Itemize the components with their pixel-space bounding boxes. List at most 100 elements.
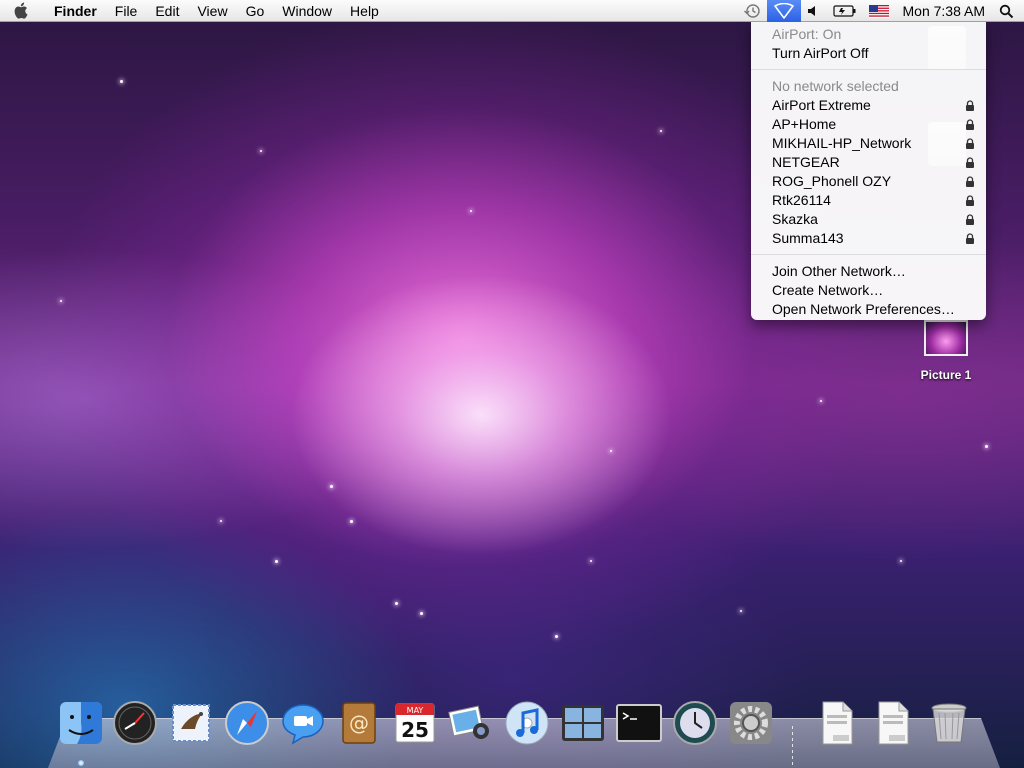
lock-icon: [966, 214, 974, 225]
dock-system-preferences[interactable]: [726, 698, 776, 748]
network-item[interactable]: ROG_Phonell OZY: [751, 172, 986, 191]
lock-icon: [966, 195, 974, 206]
lock-icon: [966, 119, 974, 130]
lock-icon: [966, 176, 974, 187]
spaces-icon: [562, 705, 604, 741]
desktop-icon-label: Picture 1: [920, 368, 972, 382]
menu-extras: Mon 7:38 AM: [737, 0, 1024, 22]
terminal-icon: [616, 704, 662, 742]
airport-menu[interactable]: [766, 0, 801, 22]
battery-menu[interactable]: [827, 0, 863, 22]
dock-iphoto[interactable]: [446, 698, 496, 748]
star: [120, 80, 123, 83]
time-machine-icon: [743, 4, 760, 18]
running-indicator: [78, 760, 84, 766]
network-name: Rtk26114: [772, 192, 831, 208]
network-name: Summa143: [772, 230, 844, 246]
time-machine-icon: [673, 701, 717, 745]
volume-menu[interactable]: [801, 0, 827, 22]
desktop-icon-picture-1[interactable]: Picture 1: [906, 320, 986, 382]
star: [470, 210, 472, 212]
star: [660, 130, 662, 132]
dock-ichat[interactable]: [278, 698, 328, 748]
dock-mail[interactable]: [166, 698, 216, 748]
network-name: ROG_Phonell OZY: [772, 173, 892, 189]
network-name: NETGEAR: [772, 154, 840, 170]
dock-spaces[interactable]: [558, 698, 608, 748]
spotlight-menu[interactable]: [995, 0, 1024, 22]
join-other-network-item[interactable]: Join Other Network…: [751, 262, 986, 281]
dashboard-icon: [113, 701, 157, 745]
star: [395, 602, 398, 605]
dock-trash[interactable]: [924, 698, 974, 748]
network-item[interactable]: Rtk26114: [751, 191, 986, 210]
menu-view[interactable]: View: [188, 0, 236, 22]
dock-document-1[interactable]: [812, 698, 862, 748]
star: [820, 400, 822, 402]
menu-edit[interactable]: Edit: [146, 0, 188, 22]
lock-icon: [966, 100, 974, 111]
star: [420, 612, 423, 615]
network-item[interactable]: NETGEAR: [751, 153, 986, 172]
lock-icon: [966, 233, 974, 244]
dock-address-book[interactable]: @: [334, 698, 384, 748]
dock-document-2[interactable]: [868, 698, 918, 748]
address-book-icon: @: [342, 702, 376, 744]
star: [900, 560, 902, 562]
menu-file[interactable]: File: [106, 0, 147, 22]
network-name: AirPort Extreme: [772, 97, 871, 113]
menu-go[interactable]: Go: [237, 0, 274, 22]
airport-icon: [773, 3, 794, 19]
input-menu[interactable]: [863, 0, 895, 22]
menu-help[interactable]: Help: [341, 0, 388, 22]
calendar-month: MAY: [407, 706, 424, 715]
star: [555, 635, 558, 638]
network-item[interactable]: Skazka: [751, 210, 986, 229]
battery-icon: [832, 5, 855, 17]
network-item[interactable]: Summa143: [751, 229, 986, 248]
pdf-document-icon: [822, 701, 853, 745]
time-machine-menu[interactable]: [737, 0, 767, 22]
star: [985, 445, 988, 448]
menu-app-finder[interactable]: Finder: [40, 0, 106, 22]
network-item[interactable]: AirPort Extreme: [751, 96, 986, 115]
itunes-icon: [505, 701, 549, 745]
network-item[interactable]: MIKHAIL-HP_Network: [751, 134, 986, 153]
airport-dropdown: AirPort: On Turn AirPort Off No network …: [751, 22, 986, 320]
trash-icon: [931, 703, 967, 743]
network-name: Skazka: [772, 211, 818, 227]
menu-separator: [751, 69, 986, 70]
volume-icon: [807, 6, 815, 16]
apple-menu[interactable]: [0, 0, 40, 22]
star: [275, 560, 278, 563]
star: [330, 485, 333, 488]
star: [260, 150, 262, 152]
open-network-preferences-item[interactable]: Open Network Preferences…: [751, 300, 986, 319]
dock-ical[interactable]: MAY 25: [390, 698, 440, 748]
svg-text:@: @: [349, 711, 369, 735]
menu-bar: Finder File Edit View Go Window Help Mon…: [0, 0, 1024, 22]
spotlight-icon: [999, 4, 1014, 18]
star: [220, 520, 222, 522]
ical-icon: MAY 25: [395, 703, 435, 743]
lock-icon: [966, 138, 974, 149]
no-network-label: No network selected: [772, 78, 899, 94]
menubar-clock[interactable]: Mon 7:38 AM: [895, 0, 996, 22]
ichat-icon: [282, 704, 324, 745]
network-item[interactable]: AP+Home: [751, 115, 986, 134]
menu-window[interactable]: Window: [273, 0, 341, 22]
dock-dashboard[interactable]: [110, 698, 160, 748]
create-network-item[interactable]: Create Network…: [751, 281, 986, 300]
dock-terminal[interactable]: [614, 698, 664, 748]
network-name: AP+Home: [772, 116, 837, 132]
turn-airport-off-item[interactable]: Turn AirPort Off: [751, 44, 986, 63]
dock-finder[interactable]: [56, 698, 106, 748]
apple-logo-icon: [14, 2, 27, 19]
menu-separator: [751, 254, 986, 255]
dock-safari[interactable]: [222, 698, 272, 748]
star: [610, 450, 612, 452]
calendar-day: 25: [401, 718, 429, 742]
dock-itunes[interactable]: [502, 698, 552, 748]
flag-icon: [868, 4, 889, 18]
dock-time-machine[interactable]: [670, 698, 720, 748]
